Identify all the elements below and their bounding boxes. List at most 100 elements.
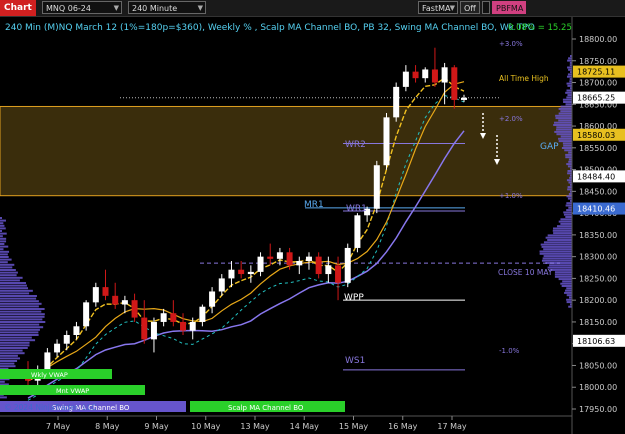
tpo-bar-right bbox=[567, 172, 572, 175]
tpo-bar-right bbox=[561, 147, 572, 149]
candle-body bbox=[102, 287, 109, 296]
tpo-bar-right bbox=[568, 181, 572, 184]
price-tick-label: 18450.00 bbox=[579, 187, 617, 196]
candle-body bbox=[92, 287, 99, 303]
tpo-bar-right bbox=[554, 271, 572, 274]
tpo-bar-left bbox=[0, 326, 44, 329]
tpo-bar-right bbox=[558, 137, 572, 140]
tpo-bar-left bbox=[0, 347, 28, 349]
candle-body bbox=[44, 352, 51, 370]
tpo-bar-left bbox=[0, 253, 8, 256]
candle-body bbox=[189, 321, 196, 331]
tpo-bar-left bbox=[0, 274, 17, 277]
chevron-down-icon: ▼ bbox=[113, 4, 119, 12]
chevron-down-icon: ▼ bbox=[197, 4, 203, 12]
chevron-down-icon: ▼ bbox=[449, 4, 455, 12]
tpo-bar-left bbox=[0, 269, 16, 271]
candle-body bbox=[228, 269, 235, 279]
tpo-bar-right bbox=[567, 66, 572, 69]
tpo-bar-left bbox=[0, 224, 5, 227]
all-time-high-label: All Time High bbox=[499, 74, 549, 83]
tpo-bar-right bbox=[567, 170, 572, 172]
price-highlight-label: 18484.40 bbox=[577, 172, 615, 181]
candle-body bbox=[412, 71, 419, 79]
tpo-bar-left bbox=[0, 235, 3, 238]
interval-selector[interactable]: 240 Minute ▼ bbox=[128, 1, 206, 14]
candle-body bbox=[83, 302, 90, 327]
time-tick-label: 17 May bbox=[437, 422, 467, 431]
tpo-bar-right bbox=[554, 121, 572, 124]
tpo-bar-left bbox=[0, 334, 39, 336]
tpo-bar-right bbox=[567, 165, 572, 168]
fastma-selector[interactable]: FastMA ▼ bbox=[418, 1, 458, 14]
pct-plus1-label: +1.0% bbox=[499, 192, 523, 200]
tpo-bar-left bbox=[0, 302, 42, 305]
tpo-bar-left bbox=[0, 230, 2, 232]
tpo-bar-right bbox=[552, 229, 572, 232]
tpo-bar-right bbox=[566, 294, 572, 297]
pct-change: 0.08% = 15.25 bbox=[508, 23, 572, 33]
pbfma-button[interactable]: PBFMA bbox=[492, 1, 526, 14]
price-highlight-label: 18410.46 bbox=[577, 205, 615, 214]
tpo-bar-right bbox=[565, 153, 572, 156]
price-tick-label: 18200.00 bbox=[579, 296, 617, 305]
tpo-bar-right bbox=[568, 160, 572, 163]
gap-zone bbox=[0, 105, 573, 197]
tpo-bar-left bbox=[0, 362, 15, 365]
price-chart[interactable]: 240 Min (M)NQ March 12 (1%=180p=$360), W… bbox=[0, 17, 625, 434]
pct-minus1-label: -1.0% bbox=[499, 347, 520, 355]
tpo-bar-right bbox=[553, 232, 572, 235]
tpo-bar-left bbox=[0, 380, 5, 383]
tpo-bar-right bbox=[566, 209, 572, 212]
tpo-bar-right bbox=[567, 59, 572, 62]
tpo-bar-left bbox=[0, 341, 30, 344]
tpo-bar-right bbox=[547, 239, 572, 241]
price-highlight-label: 18106.63 bbox=[577, 337, 615, 346]
tpo-bar-left bbox=[0, 349, 23, 352]
tpo-bar-right bbox=[556, 133, 572, 136]
tpo-bar-right bbox=[564, 291, 572, 294]
tpo-bar-right bbox=[560, 282, 572, 285]
tpo-bar-right bbox=[566, 202, 572, 205]
time-tick-label: 8 May bbox=[95, 422, 119, 431]
scalp-ma-label: Scalp MA Channel BO bbox=[228, 404, 304, 412]
tpo-bar-left bbox=[0, 217, 2, 219]
tpo-bar-right bbox=[556, 128, 572, 131]
tpo-bar-right bbox=[565, 216, 572, 218]
wr2-label: WR2 bbox=[345, 140, 366, 150]
price-tick-label: 18250.00 bbox=[579, 274, 617, 283]
ws1-label: WS1 bbox=[345, 356, 365, 366]
candle-body bbox=[247, 271, 254, 275]
tpo-bar-left bbox=[0, 315, 45, 318]
tpo-bar-left bbox=[0, 282, 26, 284]
candle-body bbox=[325, 265, 332, 275]
interval-label: 240 Minute bbox=[132, 4, 178, 13]
chart-tab[interactable]: Chart bbox=[0, 0, 36, 16]
tpo-bar-right bbox=[566, 301, 572, 304]
tpo-bar-left bbox=[0, 266, 13, 269]
tpo-bar-right bbox=[566, 195, 572, 198]
off-toggle-arrow-icon[interactable] bbox=[482, 1, 490, 14]
tpo-bar-left bbox=[0, 258, 12, 261]
tpo-bar-right bbox=[566, 179, 572, 182]
tpo-bar-left bbox=[0, 360, 18, 362]
tpo-bar-right bbox=[563, 144, 572, 147]
candle-body bbox=[393, 86, 400, 118]
price-tick-label: 18800.00 bbox=[579, 35, 617, 44]
price-highlight-label: 18580.03 bbox=[577, 131, 615, 140]
candle-body bbox=[54, 343, 61, 353]
off-toggle[interactable]: Off bbox=[460, 1, 480, 14]
instrument-selector[interactable]: MNQ 06-24 ▼ bbox=[42, 1, 122, 14]
tpo-bar-right bbox=[539, 252, 572, 255]
price-highlight-label: 18665.25 bbox=[577, 94, 615, 103]
tpo-bar-right bbox=[541, 259, 572, 262]
tpo-bar-left bbox=[0, 289, 33, 292]
tpo-bar-left bbox=[0, 248, 4, 251]
tpo-bar-left bbox=[0, 300, 39, 303]
tpo-bar-right bbox=[567, 73, 572, 76]
price-tick-label: 18000.00 bbox=[579, 383, 617, 392]
candle-body bbox=[276, 252, 283, 259]
candle-body bbox=[431, 69, 438, 83]
tpo-bar-left bbox=[0, 219, 6, 222]
tpo-bar-right bbox=[562, 280, 572, 283]
